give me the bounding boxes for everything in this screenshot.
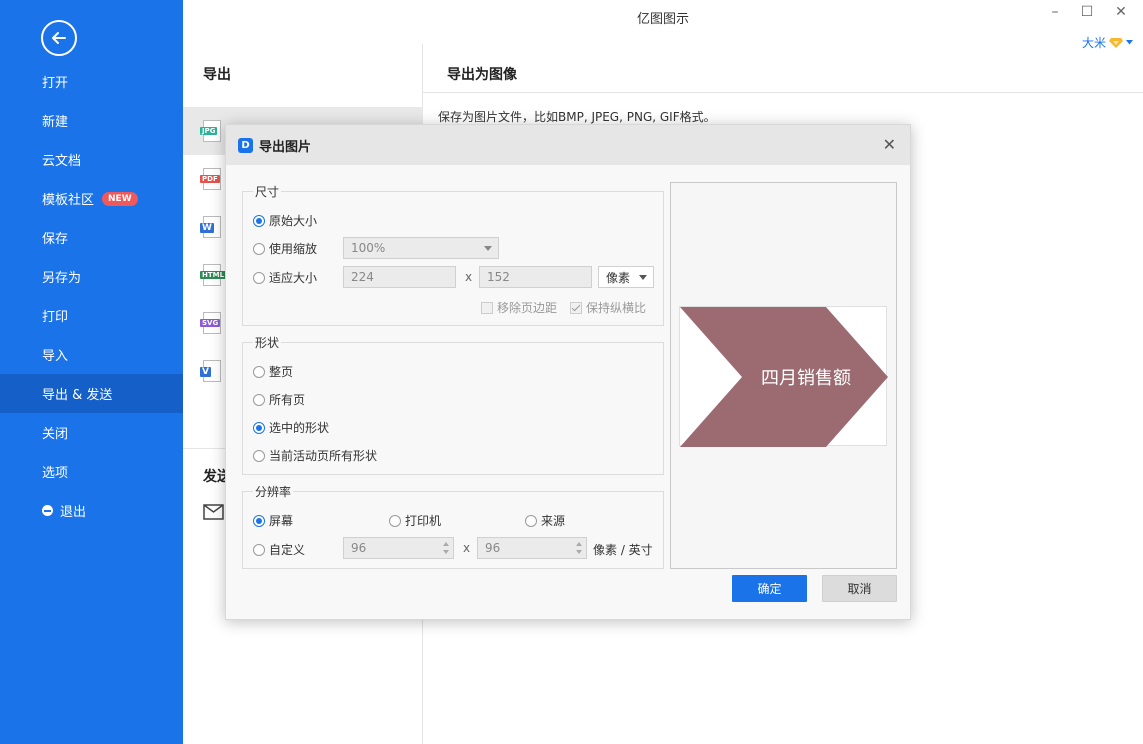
use-zoom-radio[interactable]: 使用缩放 [253,240,317,257]
height-input[interactable]: 152 [479,266,592,288]
dpi-unit-label: 像素 / 英寸 [593,541,653,558]
new-badge: NEW [102,192,138,206]
selected-shapes-radio[interactable]: 选中的形状 [253,419,329,436]
export-image-dialog: D 导出图片 ✕ 尺寸 原始大小 使用缩放 100% 适应大小 224 x 15… [225,124,911,620]
spin-up-icon[interactable] [443,542,449,546]
edraw-logo-icon: D [238,138,253,153]
shape-group: 形状 整页 所有页 选中的形状 当前活动页所有形状 [242,342,664,475]
sidebar-item-import[interactable]: 导入 [0,335,183,374]
y-dpi-input[interactable]: 96 [477,537,587,559]
whole-page-radio[interactable]: 整页 [253,363,293,380]
preview-panel: 四月销售额 [670,182,897,569]
custom-radio[interactable]: 自定义 [253,541,305,558]
source-radio[interactable]: 来源 [525,512,565,529]
sidebar-item-template-community[interactable]: 模板社区 NEW [0,179,183,218]
back-button[interactable] [41,20,77,56]
export-heading: 导出 [203,64,231,84]
sidebar-item-new[interactable]: 新建 [0,101,183,140]
unit-select[interactable]: 像素 [598,266,654,288]
mail-send-icon[interactable] [203,504,227,522]
chevron-down-icon [484,246,492,251]
preview-shape-text: 四月销售额 [761,368,851,389]
sidebar-item-exit[interactable]: 退出 [0,491,183,530]
resolution-group: 分辨率 屏幕 打印机 来源 自定义 96 x 96 像素 / 英寸 [242,491,664,569]
sidebar-item-save-as[interactable]: 另存为 [0,257,183,296]
diamond-icon [1109,37,1123,49]
visio-file-icon: V [203,360,221,382]
all-pages-radio[interactable]: 所有页 [253,391,305,408]
chevron-shape-preview: 四月销售额 [680,307,888,447]
sidebar-item-export-send[interactable]: 导出 & 发送 [0,374,183,413]
arrow-left-icon [50,29,68,47]
dialog-close-icon[interactable]: ✕ [883,135,896,154]
ok-button[interactable]: 确定 [732,575,807,602]
export-image-heading: 导出为图像 [447,64,517,84]
zoom-select[interactable]: 100% [343,237,499,259]
screen-radio[interactable]: 屏幕 [253,512,293,529]
html-file-icon: HTML [203,264,221,286]
sidebar-item-open[interactable]: 打开 [0,62,183,101]
spin-up-icon[interactable] [576,542,582,546]
printer-radio[interactable]: 打印机 [389,512,441,529]
sidebar-item-options[interactable]: 选项 [0,452,183,491]
keep-ratio-checkbox[interactable]: 保持纵横比 [570,299,646,316]
word-file-icon: W [203,216,221,238]
sidebar-item-print[interactable]: 打印 [0,296,183,335]
fit-size-radio[interactable]: 适应大小 [253,269,317,286]
close-window-button[interactable]: ✕ [1111,4,1131,20]
current-page-shapes-radio[interactable]: 当前活动页所有形状 [253,447,377,464]
x-dpi-input[interactable]: 96 [343,537,454,559]
sidebar-item-cloud-docs[interactable]: 云文档 [0,140,183,179]
dialog-titlebar: D 导出图片 [226,125,910,165]
sidebar: 打开 新建 云文档 模板社区 NEW 保存 另存为 打印 导入 导出 & 发送 … [0,0,183,744]
dialog-title: 导出图片 [259,136,311,155]
exit-icon [42,505,53,516]
caret-down-icon [1126,40,1133,45]
cancel-button[interactable]: 取消 [822,575,897,602]
remove-margin-checkbox[interactable]: 移除页边距 [481,299,557,316]
user-menu[interactable]: 大米 [1082,34,1133,51]
chevron-down-icon [639,275,647,280]
preview-canvas: 四月销售额 [679,306,887,446]
minimize-button[interactable]: – [1045,4,1065,20]
export-image-description: 保存为图片文件，比如BMP, JPEG, PNG, GIF格式。 [438,108,716,125]
original-size-radio[interactable]: 原始大小 [253,212,317,229]
svg-file-icon: SVG [203,312,221,334]
maximize-button[interactable]: ☐ [1077,4,1097,20]
width-input[interactable]: 224 [343,266,456,288]
size-group: 尺寸 原始大小 使用缩放 100% 适应大小 224 x 152 像素 移除页边… [242,191,664,326]
app-title: 亿图图示 [183,8,1143,27]
pdf-file-icon: PDF [203,168,221,190]
sidebar-item-close[interactable]: 关闭 [0,413,183,452]
user-name: 大米 [1082,34,1106,51]
jpg-file-icon: JPG [203,120,221,142]
spin-down-icon[interactable] [443,550,449,554]
spin-down-icon[interactable] [576,550,582,554]
divider [423,92,1143,93]
sidebar-item-save[interactable]: 保存 [0,218,183,257]
